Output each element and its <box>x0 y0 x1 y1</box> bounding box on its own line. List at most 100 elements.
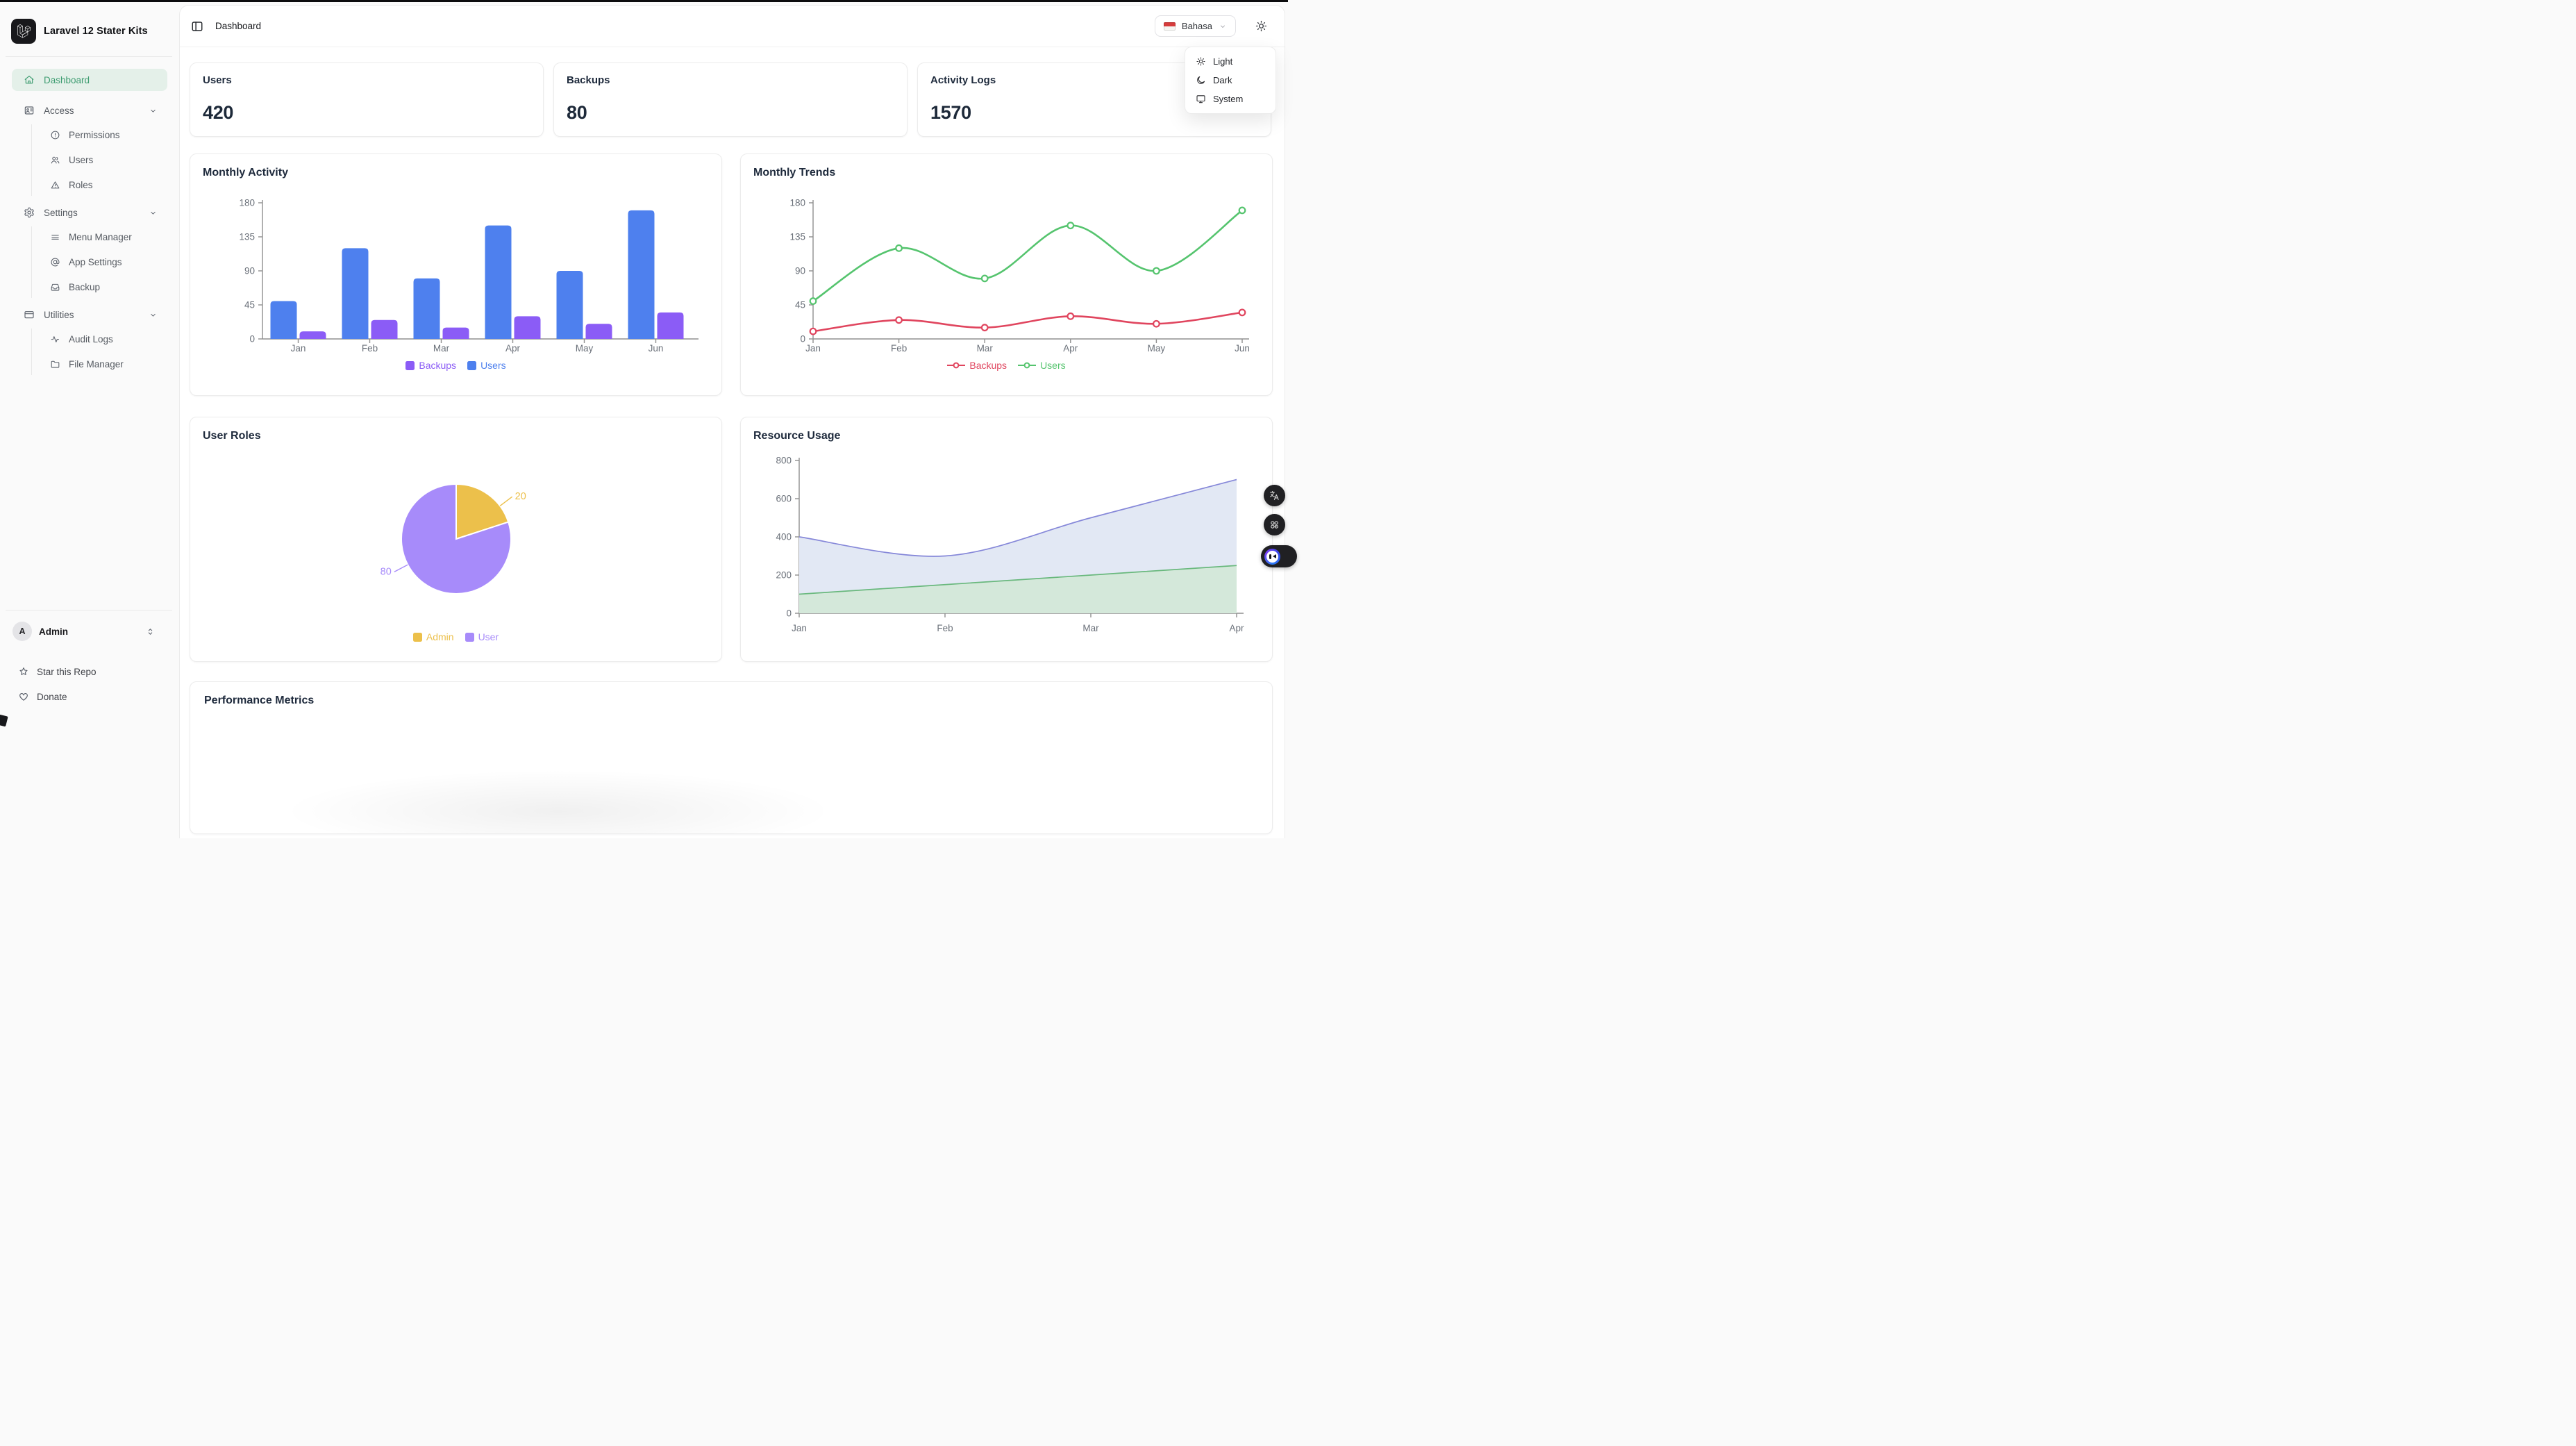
legend-square-marker <box>465 633 474 642</box>
legend-item[interactable]: Backups <box>947 360 1007 371</box>
sidebar-item-label: Roles <box>69 180 93 190</box>
legend-item[interactable]: Users <box>467 360 506 371</box>
theme-option-label: System <box>1213 94 1243 104</box>
svg-text:180: 180 <box>789 198 805 208</box>
legend-label: User <box>478 631 499 642</box>
legend-label: Users <box>1040 360 1066 371</box>
activity-icon <box>50 334 60 344</box>
sidebar-item-backup[interactable]: Backup <box>32 276 167 298</box>
star-repo-label: Star this Repo <box>37 667 97 677</box>
alert-circle-icon <box>50 130 60 140</box>
sidebar-item-audit-logs[interactable]: Audit Logs <box>32 329 167 350</box>
performance-chart-shadow <box>281 770 836 834</box>
theme-option-system[interactable]: System <box>1190 90 1271 108</box>
assistant-logo-icon <box>1264 549 1280 565</box>
svg-text:May: May <box>576 343 594 354</box>
sidebar-item-label: Users <box>69 155 93 165</box>
translate-icon <box>1269 490 1280 501</box>
translate-button[interactable] <box>1264 485 1285 506</box>
svg-text:135: 135 <box>239 232 255 242</box>
gear-icon <box>24 207 35 218</box>
svg-text:90: 90 <box>244 266 255 276</box>
sidebar-toggle-icon[interactable] <box>191 20 203 33</box>
theme-toggle-sun-icon[interactable] <box>1255 19 1268 33</box>
home-icon <box>24 74 35 85</box>
sidebar-item-menu-manager[interactable]: Menu Manager <box>32 226 167 248</box>
sidebar-item-dashboard[interactable]: Dashboard <box>12 69 167 91</box>
menu-icon <box>50 232 60 242</box>
main-panel: Dashboard Bahasa Light Dark System <box>179 5 1285 838</box>
sidebar-group-utilities[interactable]: Utilities <box>12 304 167 326</box>
svg-text:Jan: Jan <box>805 343 821 354</box>
legend-item[interactable]: Users <box>1018 360 1066 371</box>
legend-line-marker <box>947 362 965 369</box>
svg-text:Mar: Mar <box>1082 623 1099 633</box>
window-top-edge <box>0 0 1288 2</box>
svg-text:0: 0 <box>249 334 255 344</box>
avatar: A <box>12 622 32 641</box>
monitor-icon <box>1196 94 1206 104</box>
theme-option-dark[interactable]: Dark <box>1190 71 1271 90</box>
apps-grid-icon <box>1269 519 1280 531</box>
legend-item[interactable]: Admin <box>413 631 454 642</box>
user-menu[interactable]: A Admin <box>7 619 172 644</box>
sidebar-group-settings[interactable]: Settings <box>12 201 167 224</box>
sidebar-item-permissions[interactable]: Permissions <box>32 124 167 146</box>
inbox-icon <box>50 282 60 292</box>
donate-link[interactable]: Donate <box>7 687 172 706</box>
sidebar-item-label: Dashboard <box>44 75 90 85</box>
chart-title: User Roles <box>201 429 710 444</box>
stat-label: Backups <box>567 74 894 86</box>
chart-title: Resource Usage <box>752 429 1261 444</box>
user-name: Admin <box>39 626 68 637</box>
monthly-activity-chart: 04590135180JanFebMarAprMayJun <box>201 189 712 356</box>
brand[interactable]: Laravel 12 Stater Kits <box>0 2 179 44</box>
user-roles-card: User Roles 2080 Admin User <box>190 417 722 662</box>
star-repo-link[interactable]: Star this Repo <box>7 662 172 681</box>
users-icon <box>50 155 60 165</box>
stat-value: 420 <box>203 102 530 124</box>
sidebar-item-label: Backup <box>69 282 100 292</box>
svg-text:Jun: Jun <box>649 343 664 354</box>
chart-title: Monthly Activity <box>201 165 710 181</box>
legend-item[interactable]: User <box>465 631 499 642</box>
apps-button[interactable] <box>1264 514 1285 535</box>
utilities-sub-list: Audit Logs File Manager <box>31 329 167 375</box>
sidebar-item-users[interactable]: Users <box>32 149 167 171</box>
star-icon <box>18 666 29 677</box>
legend-item[interactable]: Backups <box>405 360 456 371</box>
sidebar-item-file-manager[interactable]: File Manager <box>32 354 167 375</box>
sun-icon <box>1196 56 1206 67</box>
chevron-down-icon <box>149 106 158 115</box>
sidebar-item-roles[interactable]: Roles <box>32 174 167 196</box>
access-sub-list: Permissions Users Roles <box>31 124 167 196</box>
theme-option-light[interactable]: Light <box>1190 52 1271 71</box>
chart-title: Performance Metrics <box>203 693 1260 708</box>
theme-option-label: Light <box>1213 56 1232 67</box>
theme-menu: Light Dark System <box>1185 47 1276 114</box>
svg-text:Feb: Feb <box>891 343 907 354</box>
sidebar-nav: Dashboard Access Permissions Users Roles <box>0 57 179 375</box>
sidebar-group-access[interactable]: Access <box>12 99 167 122</box>
assistant-button[interactable] <box>1261 545 1297 567</box>
chevron-down-icon <box>1219 22 1227 31</box>
sidebar-footer: A Admin Star this Repo Donate <box>0 610 179 706</box>
stat-label: Users <box>203 74 530 86</box>
sidebar-item-label: File Manager <box>69 359 124 369</box>
language-select[interactable]: Bahasa <box>1155 15 1236 37</box>
sidebar-item-label: Access <box>44 106 74 116</box>
legend-label: Backups <box>419 360 456 371</box>
donate-label: Donate <box>37 692 67 702</box>
svg-text:Apr: Apr <box>1229 623 1244 633</box>
performance-metrics-card: Performance Metrics <box>190 681 1273 834</box>
user-roles-pie-chart: 2080 <box>201 452 712 627</box>
legend-line-marker <box>1018 362 1036 369</box>
chevrons-up-down-icon <box>145 626 156 637</box>
laravel-logo-icon <box>11 19 36 44</box>
chart-title: Monthly Trends <box>752 165 1261 181</box>
chart-legend: Backups Users <box>201 360 710 371</box>
settings-sub-list: Menu Manager App Settings Backup <box>31 226 167 298</box>
sidebar-item-app-settings[interactable]: App Settings <box>32 251 167 273</box>
language-label: Bahasa <box>1182 21 1212 31</box>
svg-text:600: 600 <box>776 494 792 504</box>
